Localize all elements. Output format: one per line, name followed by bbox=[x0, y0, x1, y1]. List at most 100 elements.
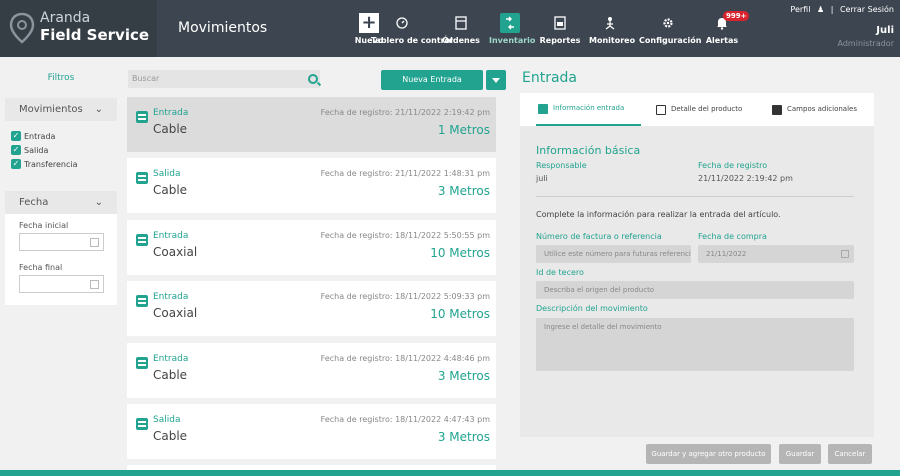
movimientos-label: Movimientos bbox=[19, 104, 83, 115]
checkbox-transferencia[interactable]: ✓ Transferencia bbox=[11, 157, 117, 171]
dashboard-icon bbox=[396, 17, 408, 29]
filters-title[interactable]: Filtros bbox=[0, 73, 122, 83]
instruction-text: Complete la información para realizar la… bbox=[536, 210, 781, 219]
compra-value: 21/11/2022 bbox=[706, 250, 747, 258]
search-input[interactable]: Buscar bbox=[128, 70, 320, 88]
detail-title: Entrada bbox=[522, 70, 578, 86]
calendar-icon bbox=[90, 280, 99, 289]
factura-label: Número de factura o referencia bbox=[536, 232, 662, 241]
nav-configuracion[interactable]: Configuración bbox=[639, 0, 702, 57]
tab-label: Detalle del producto bbox=[671, 105, 743, 113]
checkbox-entrada[interactable]: ✓ Entrada bbox=[11, 129, 117, 143]
movimientos-filter: Movimientos ⌄ ✓ Entrada ✓ Salida ✓ Transfer… bbox=[5, 98, 117, 184]
fecha-inicial-label: Fecha inicial bbox=[19, 221, 69, 230]
item-date: Fecha de registro: 18/11/2022 4:47:43 pm bbox=[320, 415, 490, 424]
nav-alertas[interactable]: 999+ Alertas bbox=[703, 0, 750, 57]
list-item[interactable]: Entrada Cable Fecha de registro: 18/11/2… bbox=[127, 343, 496, 398]
list-item[interactable]: Salida Cable Fecha de registro: 21/11/20… bbox=[127, 158, 496, 213]
perfil-link[interactable]: Perfil bbox=[790, 5, 810, 14]
list-item[interactable]: Entrada Cable Fecha de registro: 21/11/2… bbox=[127, 97, 496, 152]
save-and-add-button[interactable]: Guardar y agregar otro producto bbox=[646, 444, 771, 464]
reports-icon bbox=[554, 16, 566, 30]
item-type: Entrada bbox=[153, 231, 189, 241]
fecha-toggle[interactable]: Fecha ⌄ bbox=[5, 191, 117, 214]
list-item[interactable]: Entrada Coaxial Fecha de registro: 18/11… bbox=[127, 220, 496, 275]
fecha-final-label: Fecha final bbox=[19, 263, 63, 272]
entry-icon bbox=[538, 103, 548, 114]
section-title: Información básica bbox=[536, 144, 641, 157]
list-item[interactable]: Salida Cable Fecha de registro: 18/11/20… bbox=[127, 404, 496, 459]
item-quantity: 10 Metros bbox=[430, 246, 490, 260]
document-icon bbox=[656, 104, 666, 115]
item-date: Fecha de registro: 18/11/2022 4:48:46 pm bbox=[320, 354, 490, 363]
item-type: Entrada bbox=[153, 354, 189, 364]
movimientos-options: ✓ Entrada ✓ Salida ✓ Transferencia bbox=[5, 121, 117, 184]
checkbox-label: Transferencia bbox=[24, 159, 78, 169]
item-quantity: 10 Metros bbox=[430, 307, 490, 321]
fecha-inicial-input[interactable] bbox=[19, 233, 104, 251]
new-entry-button[interactable]: Nueva Entrada bbox=[381, 70, 483, 90]
item-name: Coaxial bbox=[153, 245, 198, 259]
user-role: Administrador bbox=[837, 39, 894, 48]
checkbox-label: Entrada bbox=[24, 131, 56, 141]
compra-label: Fecha de compra bbox=[698, 232, 767, 241]
nav-label: Monitoreo bbox=[589, 36, 636, 45]
filters-panel: Filtros Movimientos ⌄ ✓ Entrada ✓ Salida ✓… bbox=[0, 57, 122, 476]
nav-label: Inventario bbox=[489, 36, 536, 45]
save-button[interactable]: Guardar bbox=[779, 444, 821, 464]
tab-detalle-producto[interactable]: Detalle del producto bbox=[654, 93, 754, 126]
descripcion-textarea[interactable]: Ingrese el detalle del movimiento bbox=[536, 318, 854, 371]
factura-input[interactable]: Utilice este número para futuras referen… bbox=[536, 245, 691, 263]
orders-icon bbox=[455, 16, 467, 30]
tab-informacion-entrada[interactable]: Información entrada bbox=[536, 93, 641, 126]
descripcion-label: Descripción del movimiento bbox=[536, 304, 648, 313]
item-name: Cable bbox=[153, 368, 188, 382]
entry-icon bbox=[136, 357, 148, 369]
item-name: Cable bbox=[153, 122, 188, 136]
exit-icon bbox=[136, 172, 148, 184]
new-entry-dropdown-button[interactable] bbox=[486, 70, 506, 90]
fecha-final-input[interactable] bbox=[19, 275, 104, 293]
cancel-button[interactable]: Cancelar bbox=[828, 444, 872, 464]
item-quantity: 3 Metros bbox=[437, 369, 490, 383]
nav-label: Reportes bbox=[539, 36, 581, 45]
compra-input[interactable]: 21/11/2022 bbox=[698, 245, 854, 263]
nav-ordenes[interactable]: Órdenes bbox=[441, 0, 481, 57]
fecha-registro-label: Fecha de registro bbox=[698, 161, 768, 170]
nav-tablero[interactable]: Tablero de control bbox=[371, 0, 453, 57]
alert-count-badge: 999+ bbox=[723, 11, 750, 21]
tab-campos-adicionales[interactable]: Campos adicionales bbox=[770, 93, 870, 126]
separator: | bbox=[830, 5, 834, 14]
nav-label: Tablero de control bbox=[371, 36, 453, 45]
item-quantity: 1 Metros bbox=[437, 123, 490, 137]
tab-label: Información entrada bbox=[553, 104, 625, 112]
tercero-input[interactable]: Describa el origen del producto bbox=[536, 281, 854, 299]
movimientos-toggle[interactable]: Movimientos ⌄ bbox=[5, 98, 117, 121]
logo[interactable]: Aranda Field Service bbox=[0, 0, 157, 57]
nav-reportes[interactable]: Reportes bbox=[539, 0, 581, 57]
fecha-label: Fecha bbox=[19, 197, 49, 208]
nav-inventario[interactable]: Inventario bbox=[489, 0, 536, 57]
item-type: Salida bbox=[153, 415, 181, 425]
search-icon[interactable] bbox=[308, 74, 318, 84]
item-quantity: 3 Metros bbox=[437, 430, 490, 444]
item-date: Fecha de registro: 21/11/2022 2:19:42 pm bbox=[320, 108, 490, 117]
location-pin-icon bbox=[9, 12, 35, 44]
calendar-icon bbox=[841, 250, 849, 258]
checkbox-salida[interactable]: ✓ Salida bbox=[11, 143, 117, 157]
user-links: Perfil ♟ | Cerrar Sesión bbox=[790, 5, 894, 14]
list-item[interactable]: Entrada Coaxial Fecha de registro: 18/11… bbox=[127, 281, 496, 336]
nav-label: Configuración bbox=[639, 36, 702, 45]
logout-link[interactable]: Cerrar Sesión bbox=[840, 5, 894, 14]
detail-tabs: Información entrada Detalle del producto… bbox=[520, 93, 874, 126]
item-date: Fecha de registro: 18/11/2022 5:50:55 pm bbox=[320, 231, 490, 240]
tab-label: Campos adicionales bbox=[787, 105, 857, 113]
fields-icon bbox=[772, 104, 782, 115]
page-title: Movimientos bbox=[178, 20, 268, 36]
chevron-down-icon: ⌄ bbox=[94, 197, 103, 208]
fecha-registro-value: 21/11/2022 2:19:42 pm bbox=[698, 174, 793, 183]
responsable-value: juli bbox=[536, 174, 548, 183]
nav-monitoreo[interactable]: Monitoreo bbox=[589, 0, 636, 57]
user-icon: ♟ bbox=[816, 5, 825, 14]
item-type: Salida bbox=[153, 169, 181, 179]
